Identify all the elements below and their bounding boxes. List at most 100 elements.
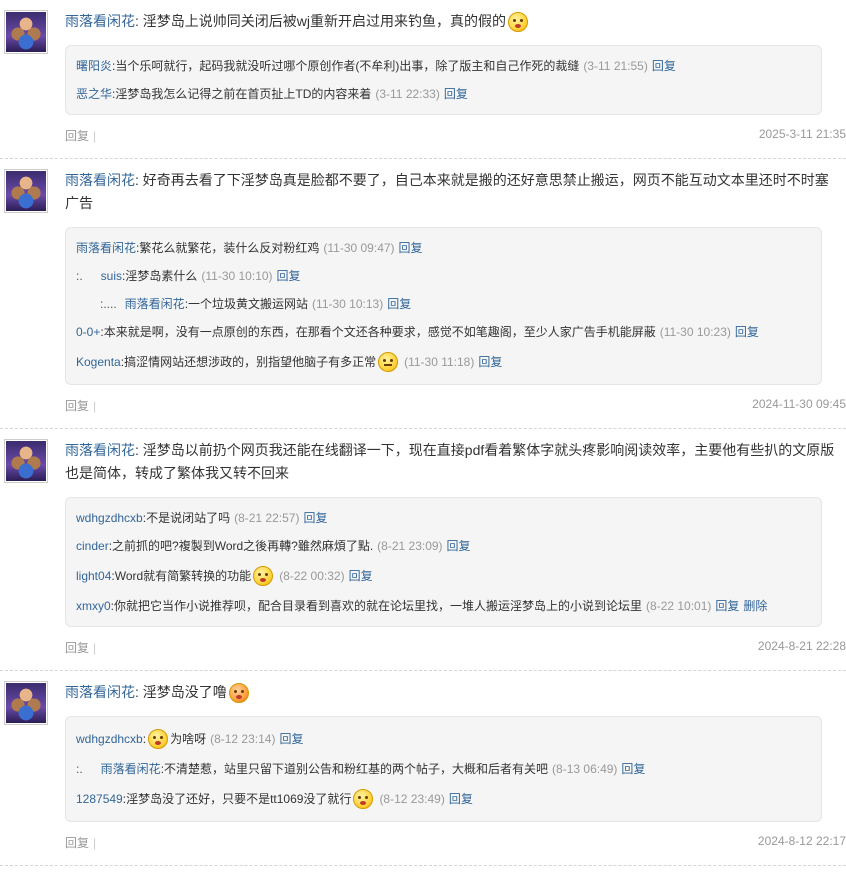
reply-button[interactable]: 回复 [65,836,89,850]
reply-button[interactable]: 回复 [735,324,759,340]
comment-author-link[interactable]: 雨落看闲花 [65,442,135,458]
reply-text: 之前抓的吧?複製到Word之後再轉?雖然麻煩了點. [112,539,374,553]
reply-author-link[interactable]: 雨落看闲花 [125,296,185,312]
reply-button[interactable]: 回复 [449,791,473,807]
footer-actions: 回复 | [65,397,96,414]
comment-thread: 雨落看闲花: 淫梦岛上说帅同关闭后被wj重新开启过用来钓鱼，真的假的曙阳炎: 当… [0,0,846,866]
footer-actions: 回复 | [65,127,96,144]
reply-time: (11-30 10:10) [201,269,273,283]
comment-author-link[interactable]: 雨落看闲花 [65,13,135,29]
reply-text: 不是说闭站了吗 [146,511,231,525]
reply-time: (8-21 22:57) [234,511,300,525]
reply-author-link[interactable]: 雨落看闲花 [76,240,136,256]
reply-button[interactable]: 回复 [447,538,471,554]
reply-time: (8-22 10:01) [646,599,712,613]
confused-face-icon [148,729,169,749]
comment-body: 淫梦岛上说帅同关闭后被wj重新开启过用来钓鱼，真的假的 [142,13,507,29]
avatar[interactable] [4,10,48,54]
reply-text: 淫梦岛素什么 [125,269,198,283]
reply-text: 淫梦岛我怎么记得之前在首页扯上TD的内容来着 [115,87,372,101]
reply-button[interactable]: 回复 [621,761,645,777]
reply-indent-marker: :. [76,269,83,283]
reply-button[interactable]: 回复 [65,129,89,143]
reply-author-link[interactable]: cinder [76,538,109,554]
comment-body: 淫梦岛没了噜 [142,684,227,700]
reply-author-link[interactable]: 雨落看闲花 [101,761,161,777]
reply-indent-marker: :. [76,762,83,776]
reply-text: 你就把它当作小说推荐呗，配合目录看到喜欢的就在论坛里找，一堆人搬运淫梦岛上的小说… [114,599,643,613]
separator: | [93,129,97,143]
reply-author-link[interactable]: wdhgzdhcxb [76,510,143,526]
reply-item: cinder: 之前抓的吧?複製到Word之後再轉?雖然麻煩了點. (8-21 2… [76,532,811,560]
reply-item: 恶之华: 淫梦岛我怎么记得之前在首页扯上TD的内容来着 (3-11 22:33) 回… [76,80,811,108]
avatar[interactable] [4,681,48,725]
comment-content: 雨落看闲花: 淫梦岛上说帅同关闭后被wj重新开启过用来钓鱼，真的假的 曙阳炎: 当… [65,0,846,158]
reply-author-link[interactable]: 0-0+ [76,324,100,340]
footer-actions: 回复 | [65,639,96,656]
reply-button[interactable]: 回复 [478,354,502,370]
reply-button[interactable]: 回复 [399,240,423,256]
separator: | [93,399,97,413]
reply-text: 当个乐呵就行，起码我就没听过哪个原创作者(不牟利)出事，除了版主和自己作死的裁缝 [115,59,580,73]
reply-author-link[interactable]: 曙阳炎 [76,58,112,74]
comment-footer: 回复 | 2025-3-11 21:35 [65,115,846,158]
reply-item: :. 雨落看闲花: 不清楚惹，站里只留下道别公告和粉红基的两个帖子，大概和后者有关… [76,755,811,783]
comment-post: 雨落看闲花: 淫梦岛没了噜 wdhgzdhcxb: 为啥呀 (8-12 23:14)… [0,671,846,866]
reply-item: 雨落看闲花: 繁花么就繁花，装什么反对粉红鸡 (11-30 09:47) 回复 [76,234,811,262]
replies-box: 雨落看闲花: 繁花么就繁花，装什么反对粉红鸡 (11-30 09:47) 回复:. s… [65,227,822,385]
reply-author-link[interactable]: xmxy0 [76,598,111,614]
reply-item: wdhgzdhcxb: 不是说闭站了吗 (8-21 22:57) 回复 [76,504,811,532]
comment-author-link[interactable]: 雨落看闲花 [65,172,135,188]
comment-footer: 回复 | 2024-8-21 22:28 [65,627,846,670]
comment-content: 雨落看闲花: 淫梦岛没了噜 wdhgzdhcxb: 为啥呀 (8-12 23:14)… [65,671,846,865]
reply-button[interactable]: 回复 [349,568,373,584]
reply-text: 为啥呀 [170,732,207,746]
reply-button[interactable]: 回复 [387,296,411,312]
comment-date: 2024-8-21 22:28 [757,639,846,653]
comment-body: 淫梦岛以前扔个网页我还能在线翻译一下，现在直接pdf看着繁体字就头疼影响阅读效率… [65,442,835,481]
comment-content: 雨落看闲花: 好奇再去看了下淫梦岛真是脸都不要了，自己本来就是搬的还好意思禁止搬… [65,159,846,428]
reply-author-link[interactable]: 恶之华 [76,86,112,102]
reply-time: (8-13 06:49) [552,762,618,776]
reply-item: :.... 雨落看闲花: 一个垃圾黄文搬运网站 (11-30 10:13) 回复 [76,290,811,318]
reply-colon: : [142,732,147,746]
reply-item: 0-0+: 本来就是啊，没有一点原创的东西，在那看个文还各种要求，感觉不如笔趣阁… [76,318,811,346]
replies-box: 曙阳炎: 当个乐呵就行，起码我就没听过哪个原创作者(不牟利)出事，除了版主和自己… [65,45,822,115]
comment-post: 雨落看闲花: 好奇再去看了下淫梦岛真是脸都不要了，自己本来就是搬的还好意思禁止搬… [0,159,846,429]
avatar[interactable] [4,169,48,213]
reply-button[interactable]: 回复 [277,268,301,284]
reply-button[interactable]: 回复 [65,399,89,413]
author-colon: : [135,442,143,458]
avatar[interactable] [4,439,48,483]
delete-button[interactable]: 删除 [743,598,767,614]
reply-item: 1287549: 淫梦岛没了还好，只要不是tt1069没了就行 (8-12 23:… [76,783,811,815]
confused-face-icon [353,789,374,809]
comment-text: 雨落看闲花: 淫梦岛以前扔个网页我还能在线翻译一下，现在直接pdf看着繁体字就头… [65,439,846,485]
reply-time: (11-30 10:13) [312,297,384,311]
reply-button[interactable]: 回复 [303,510,327,526]
author-colon: : [135,684,143,700]
reply-author-link[interactable]: Kogenta [76,354,121,370]
reply-button[interactable]: 回复 [715,598,739,614]
replies-box: wdhgzdhcxb: 不是说闭站了吗 (8-21 22:57) 回复 cinder:… [65,497,822,627]
reply-author-link[interactable]: suis [101,268,122,284]
reply-author-link[interactable]: wdhgzdhcxb [76,731,143,747]
reply-author-link[interactable]: light04 [76,568,111,584]
avatar-image [6,171,46,211]
reply-indent-marker: :.... [100,297,117,311]
reply-item: 曙阳炎: 当个乐呵就行，起码我就没听过哪个原创作者(不牟利)出事，除了版主和自己… [76,52,811,80]
reply-button[interactable]: 回复 [279,731,303,747]
confused-face-icon [253,566,274,586]
reply-button[interactable]: 回复 [652,58,676,74]
comment-author-link[interactable]: 雨落看闲花 [65,684,135,700]
reply-button[interactable]: 回复 [444,86,468,102]
reply-button[interactable]: 回复 [65,641,89,655]
reply-time: (3-11 21:55) [583,59,648,73]
comment-body: 好奇再去看了下淫梦岛真是脸都不要了，自己本来就是搬的还好意思禁止搬运，网页不能互… [65,172,829,211]
comment-footer: 回复 | 2024-11-30 09:45 [65,385,846,428]
reply-author-link[interactable]: 1287549 [76,791,123,807]
comment-text: 雨落看闲花: 淫梦岛没了噜 [65,681,846,704]
separator: | [93,836,97,850]
comment-date: 2024-8-12 22:17 [757,834,846,848]
reply-text: 不清楚惹，站里只留下道别公告和粉红基的两个帖子，大概和后者有关吧 [164,762,549,776]
